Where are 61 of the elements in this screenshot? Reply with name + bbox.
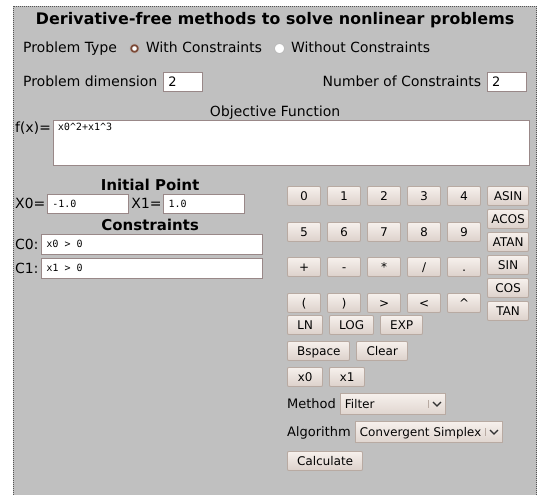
key-button[interactable]: -: [327, 257, 361, 277]
key-button[interactable]: >: [367, 292, 401, 312]
key-button[interactable]: 4: [447, 186, 481, 206]
key-button[interactable]: <: [407, 292, 441, 312]
field-label: X0=: [15, 196, 46, 212]
algorithm-dropdown[interactable]: Convergent Simplex: [354, 421, 504, 443]
key-button[interactable]: 6: [327, 222, 361, 242]
constraint-field[interactable]: x0 > 0: [41, 234, 264, 255]
key-button[interactable]: 1: [327, 186, 361, 206]
radio-button[interactable]: [128, 42, 140, 54]
function-button[interactable]: TAN: [487, 301, 529, 321]
key-button[interactable]: *: [367, 257, 401, 277]
field-label: X1=: [131, 196, 162, 212]
section-heading: Constraints: [100, 216, 200, 234]
field-label: Method: [287, 396, 336, 412]
function-button[interactable]: SIN: [487, 255, 529, 275]
section-heading: Initial Point: [100, 176, 200, 194]
function-button[interactable]: ASIN: [487, 186, 529, 206]
coordinate-field[interactable]: -1.0: [47, 194, 130, 214]
radio-button[interactable]: [274, 42, 285, 54]
key-button[interactable]: .: [447, 257, 481, 277]
objective-field[interactable]: x0^2+x1^3: [52, 120, 530, 166]
key-button[interactable]: 9: [447, 222, 481, 242]
field-label: C1:: [15, 260, 38, 276]
page-title: Derivative-free methods to solve nonlinear problems: [34, 9, 516, 28]
radio-label[interactable]: With Constraints: [146, 40, 262, 56]
field-label: Algorithm: [287, 424, 351, 440]
key-button[interactable]: 5: [287, 222, 321, 242]
key-button[interactable]: (: [287, 292, 321, 312]
dimension-field[interactable]: 2: [163, 72, 204, 92]
key-button[interactable]: LOG: [329, 315, 374, 335]
field-label: Problem dimension: [23, 74, 158, 90]
key-button[interactable]: 2: [367, 186, 401, 206]
radio-label[interactable]: Without Constraints: [290, 40, 430, 56]
key-button[interactable]: 0: [287, 186, 321, 206]
key-button[interactable]: ): [327, 292, 361, 312]
key-button[interactable]: EXP: [380, 315, 424, 335]
method-dropdown[interactable]: Filter: [340, 393, 446, 415]
section-heading: Objective Function: [208, 104, 342, 120]
key-button[interactable]: ^: [447, 292, 481, 312]
constraint-count-field[interactable]: 2: [487, 72, 527, 92]
key-button[interactable]: Bspace: [287, 341, 350, 361]
field-label: Problem Type: [23, 40, 117, 56]
key-button[interactable]: LN: [287, 315, 323, 335]
key-button[interactable]: 7: [367, 222, 401, 242]
key-button[interactable]: 8: [407, 222, 441, 242]
key-button[interactable]: /: [407, 257, 441, 277]
field-label: C0:: [15, 236, 38, 252]
calculate-button[interactable]: Calculate: [287, 451, 364, 471]
function-button[interactable]: ATAN: [487, 232, 529, 252]
coordinate-field[interactable]: 1.0: [163, 194, 246, 214]
key-button[interactable]: x0: [287, 367, 323, 387]
key-button[interactable]: x1: [329, 367, 365, 387]
key-button[interactable]: 3: [407, 186, 441, 206]
key-button[interactable]: +: [287, 257, 321, 277]
field-label: Number of Constraints: [322, 74, 481, 90]
key-button[interactable]: Clear: [356, 341, 408, 361]
function-button[interactable]: COS: [487, 278, 529, 298]
constraint-field[interactable]: x1 > 0: [41, 258, 264, 279]
function-button[interactable]: ACOS: [487, 209, 529, 229]
field-label: f(x)=: [15, 120, 51, 136]
